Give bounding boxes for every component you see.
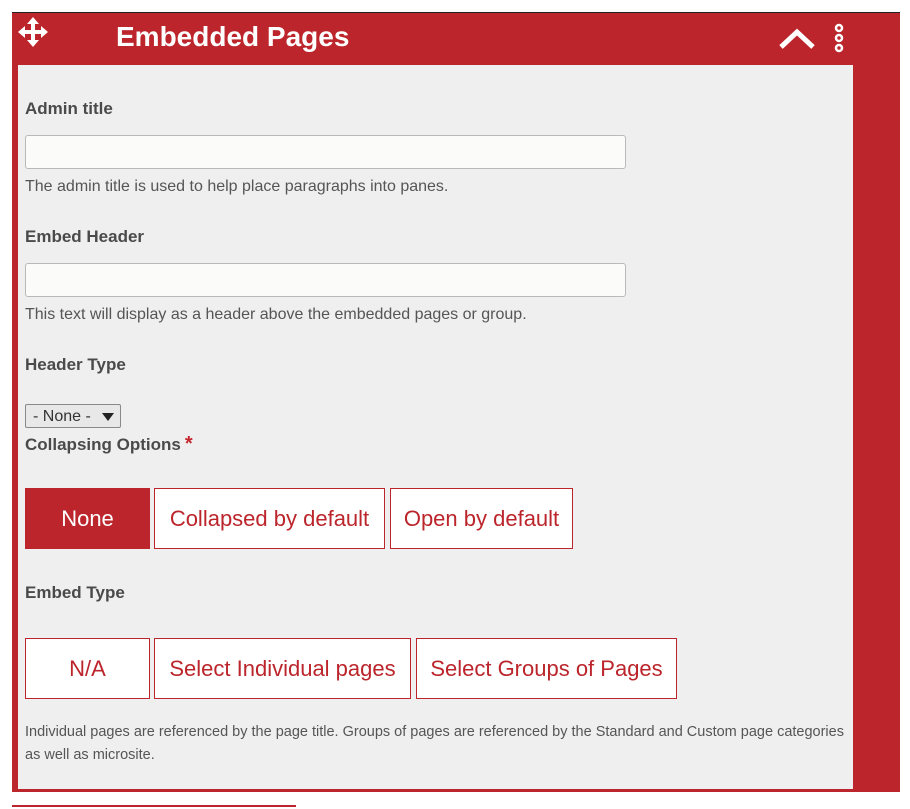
header-type-label: Header Type [25,355,126,374]
embed-type-option-individual[interactable]: Select Individual pages [154,638,411,699]
embed-type-option-groups[interactable]: Select Groups of Pages [416,638,677,699]
admin-title-input[interactable] [25,135,626,169]
admin-title-description: The admin title is used to help place pa… [25,178,449,195]
header-type-selected-value: - None - [33,408,91,425]
embed-type-help-text: Individual pages are referenced by the p… [25,724,844,763]
chevron-up-icon[interactable] [778,27,816,51]
collapsing-option-collapsed[interactable]: Collapsed by default [154,488,385,549]
kebab-menu-icon[interactable] [832,23,846,53]
dropdown-arrow-icon [102,413,114,421]
embed-header-label: Embed Header [25,227,145,246]
collapsing-options-label: Collapsing Options * [25,433,193,456]
required-marker: * [184,433,193,455]
header-type-select[interactable]: - None - [25,404,121,428]
embed-header-description: This text will display as a header above… [25,306,527,323]
panel-header: Embedded Pages [12,13,900,65]
embed-type-option-na[interactable]: N/A [25,638,150,699]
embed-type-label: Embed Type [25,583,125,602]
collapsing-options-label-text: Collapsing Options [25,435,181,454]
panel-content: Admin title The admin title is used to h… [18,65,853,789]
embed-header-input[interactable] [25,263,626,297]
collapsing-option-none[interactable]: None [25,488,150,549]
embedded-pages-panel: Embedded Pages Admin title The admin tit… [12,12,900,792]
bottom-divider [12,805,296,807]
admin-title-label: Admin title [25,99,113,118]
move-arrows-icon[interactable] [18,17,48,47]
panel-title: Embedded Pages [116,21,350,52]
collapsing-option-open[interactable]: Open by default [390,488,573,549]
